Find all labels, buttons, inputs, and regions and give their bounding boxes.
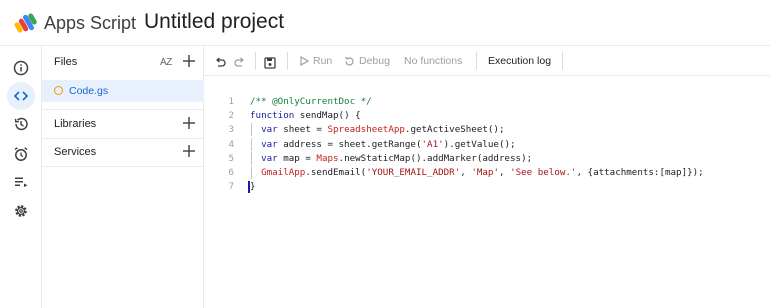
- code-token: 'Map': [471, 167, 499, 178]
- code-token: 'A1': [421, 138, 444, 150]
- code-line[interactable]: 4 var address = sheet.getRange('A1').get…: [204, 137, 764, 151]
- files-header: Files AZ: [42, 48, 204, 76]
- executions-icon: [15, 177, 28, 187]
- files-label: Files: [54, 56, 78, 68]
- play-icon: [300, 56, 309, 66]
- code-token: .newStaticMap().addMarker(address);: [338, 152, 533, 164]
- project-history-button[interactable]: [7, 110, 35, 138]
- debug-icon: [345, 56, 354, 66]
- line-number: 4: [228, 138, 234, 150]
- code-text: var sheet = SpreadsheetApp.getActiveShee…: [250, 123, 505, 136]
- code-text: var address = sheet.getRange('A1').getVa…: [250, 138, 516, 151]
- code-line[interactable]: 3 var sheet = SpreadsheetApp.getActiveSh…: [204, 123, 764, 137]
- overview-button[interactable]: [7, 54, 35, 82]
- code-line[interactable]: 1 /** @OnlyCurrentDoc */: [204, 95, 764, 108]
- code-line[interactable]: 6 GmailApp.sendEmail('YOUR_EMAIL_ADDR', …: [204, 166, 764, 179]
- project-settings-button[interactable]: [7, 197, 35, 225]
- code-text: GmailApp.sendEmail('YOUR_EMAIL_ADDR', 'M…: [250, 166, 704, 179]
- code-token: () {: [338, 110, 361, 122]
- code-token: sendMap: [299, 110, 339, 122]
- triggers-button[interactable]: [7, 140, 35, 168]
- redo-icon[interactable]: [234, 55, 246, 71]
- alarm-icon: [14, 147, 28, 161]
- execution-log-label: Execution log: [488, 55, 552, 67]
- code-line[interactable]: 2 function sendMap() {: [204, 109, 764, 122]
- undo-icon[interactable]: [214, 55, 226, 71]
- line-number: 5: [228, 152, 234, 164]
- code-text: /** @OnlyCurrentDoc */: [250, 95, 372, 108]
- code-editor[interactable]: 1 /** @OnlyCurrentDoc */ 2 function sendMap…: [204, 76, 770, 308]
- code-token: , {attachments:[map]});: [576, 167, 704, 178]
- executions-button[interactable]: [7, 168, 35, 196]
- code-token: SpreadsheetApp: [327, 124, 405, 136]
- execution-log-button[interactable]: Execution log: [488, 53, 551, 69]
- line-number: 7: [228, 181, 234, 193]
- code-token: var: [250, 138, 284, 150]
- line-number: 6: [228, 167, 234, 178]
- code-text: var map = Maps.newStaticMap().addMarker(…: [250, 152, 532, 165]
- code-line[interactable]: 5 var map = Maps.newStaticMap().addMarke…: [204, 151, 764, 165]
- left-nav-rail: [0, 46, 42, 308]
- code-token: 'YOUR_EMAIL_ADDR': [366, 167, 461, 178]
- debug-button[interactable]: Debug: [344, 53, 390, 69]
- code-text: }: [250, 180, 256, 193]
- debug-label: Debug: [359, 55, 390, 67]
- code-token: address = sheet.getRange(: [283, 138, 422, 150]
- file-name: Code.gs: [69, 85, 109, 97]
- add-file-plus-icon[interactable]: [182, 54, 196, 68]
- save-icon[interactable]: [264, 55, 276, 71]
- code-token: map =: [283, 152, 317, 164]
- code-token: 'See below.': [510, 167, 577, 178]
- code-line[interactable]: 7}: [204, 180, 764, 194]
- history-icon: [14, 117, 28, 131]
- line-number: 3: [228, 124, 234, 136]
- line-number: 2: [228, 110, 234, 122]
- apps-script-logo-icon[interactable]: [14, 12, 38, 34]
- script-file-icon: [54, 86, 63, 95]
- services-label: Services: [54, 146, 97, 158]
- code-text: function sendMap() {: [250, 109, 361, 122]
- code-icon: [13, 91, 29, 101]
- code-token: var: [250, 124, 284, 136]
- toolbar-separator: [255, 52, 256, 70]
- toolbar-separator: [476, 52, 477, 70]
- app-name[interactable]: Apps Script: [44, 13, 136, 34]
- run-button[interactable]: Run: [300, 53, 332, 69]
- run-label: Run: [313, 55, 333, 67]
- code-token: ).getValue();: [443, 138, 516, 150]
- toolbar-separator: [287, 52, 288, 70]
- editor-toolbar: Run Debug No functions Execution log: [204, 46, 770, 76]
- libraries-label: Libraries: [54, 118, 97, 130]
- code-token: var: [250, 152, 284, 164]
- code-token: Maps: [316, 152, 339, 164]
- sort-files-button[interactable]: AZ: [160, 57, 172, 68]
- code-token: .sendEmail(: [305, 167, 367, 178]
- top-bar: Apps Script Untitled project: [0, 0, 770, 46]
- settings-gear-icon: [15, 205, 27, 217]
- code-token: /** @OnlyCurrentDoc */: [250, 96, 372, 107]
- code-token: }: [250, 181, 256, 193]
- code-token: GmailApp: [261, 167, 306, 178]
- code-token: ,: [499, 167, 511, 178]
- info-icon: [13, 60, 29, 76]
- function-select-label: No functions: [404, 55, 463, 67]
- code-token: ,: [460, 167, 472, 178]
- line-number: 1: [228, 96, 234, 107]
- code-token: sheet =: [283, 124, 328, 136]
- code-token: .getActiveSheet();: [404, 124, 505, 136]
- text-cursor: [248, 181, 250, 194]
- code-token: function: [250, 110, 300, 122]
- toolbar-separator: [562, 52, 563, 70]
- project-title[interactable]: Untitled project: [144, 10, 284, 34]
- function-select-dropdown[interactable]: No functions: [404, 53, 462, 69]
- editor-button[interactable]: [7, 82, 35, 110]
